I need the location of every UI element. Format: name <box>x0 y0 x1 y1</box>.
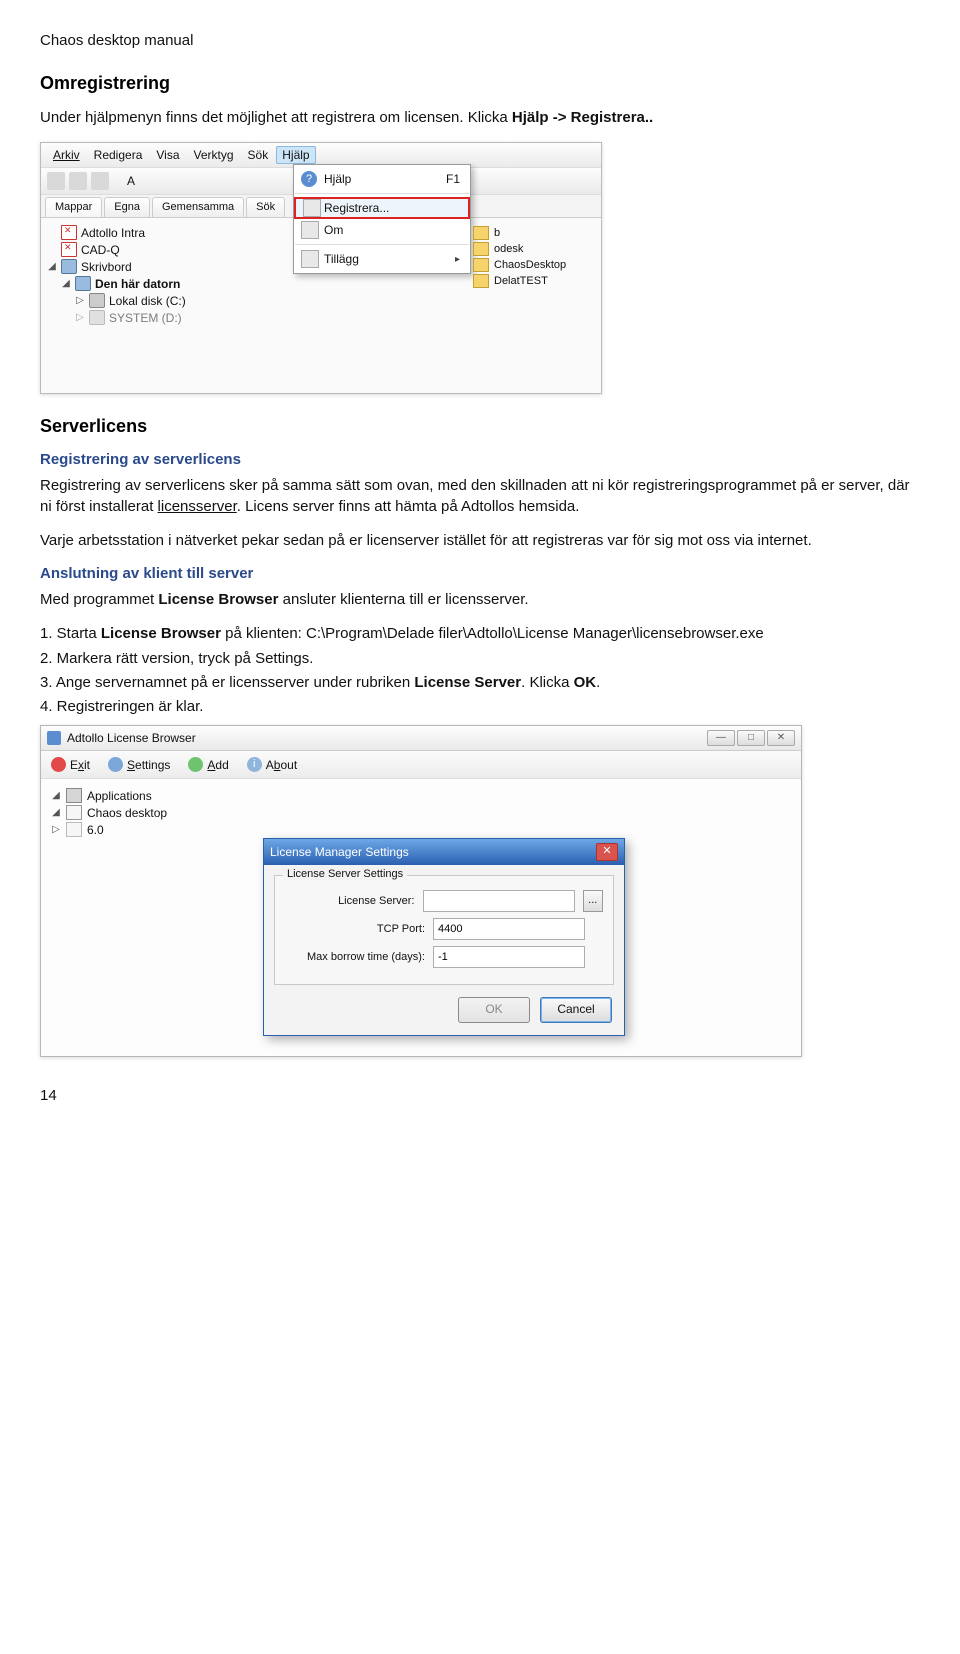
window-max-button[interactable]: □ <box>737 730 765 746</box>
about-button[interactable]: iAbout <box>245 756 299 773</box>
settings-icon <box>108 757 123 772</box>
dropdown-separator <box>295 193 469 194</box>
computer-icon <box>75 276 91 291</box>
list-item[interactable]: odesk <box>473 241 593 257</box>
folder-icon <box>473 258 489 272</box>
list-item[interactable]: ChaosDesktop <box>473 257 593 273</box>
menu-arkiv[interactable]: Arkiv <box>47 146 86 164</box>
shortcut-f1: F1 <box>446 172 460 186</box>
desktop-icon <box>61 259 77 274</box>
window-title: Adtollo License Browser <box>67 731 196 745</box>
tree-lokal-c[interactable]: ▷Lokal disk (C:) <box>47 292 597 309</box>
tool-icon-3[interactable] <box>91 172 109 190</box>
groupbox-server-settings: License Server Settings License Server: … <box>274 875 614 985</box>
add-button[interactable]: Add <box>186 756 230 773</box>
submenu-arrow-icon: ▸ <box>455 254 460 265</box>
drive-icon <box>89 293 105 308</box>
tab-gemensamma[interactable]: Gemensamma <box>152 197 244 217</box>
browse-button[interactable]: ... <box>583 890 604 912</box>
p-serverlicens-1: Registrering av serverlicens sker på sam… <box>40 476 920 517</box>
settings-button[interactable]: Settings <box>106 756 172 773</box>
screenshot-help-menu: Arkiv Redigera Visa Verktyg Sök Hjälp A … <box>40 142 602 394</box>
folder-icon <box>473 242 489 256</box>
hjalp-dropdown: Hjälp F1 Registrera... Om Tillägg ▸ <box>293 164 471 274</box>
menu-redigera[interactable]: Redigera <box>88 146 149 164</box>
dropdown-tillagg-item[interactable]: Tillägg ▸ <box>294 248 470 270</box>
exit-icon <box>51 757 66 772</box>
dropdown-hjalp-item[interactable]: Hjälp F1 <box>294 168 470 190</box>
list-item[interactable]: DelatTEST <box>473 273 593 289</box>
ok-button[interactable]: OK <box>458 997 530 1023</box>
addon-icon <box>301 250 319 268</box>
window-close-button[interactable]: ✕ <box>767 730 795 746</box>
tab-egna[interactable]: Egna <box>104 197 150 217</box>
p-anslutning: Med programmet License Browser ansluter … <box>40 590 920 610</box>
dialog-close-button[interactable]: ✕ <box>596 843 618 861</box>
right-folder-list: b odesk ChaosDesktop DelatTEST <box>473 225 593 289</box>
tab-mappar[interactable]: Mappar <box>45 197 102 217</box>
dropdown-separator <box>295 244 469 245</box>
tool-icon-1[interactable] <box>47 172 65 190</box>
label-tcp-port: TCP Port: <box>285 923 425 935</box>
heading-serverlicens: Serverlicens <box>40 416 920 437</box>
register-icon <box>303 199 321 217</box>
app-icon <box>47 731 61 745</box>
dialog-title: License Manager Settings <box>270 845 409 859</box>
tree-version[interactable]: ▷6.0 <box>51 821 791 838</box>
step-1: 1. Starta License Browser på klienten: C… <box>40 624 920 644</box>
heading-omregistrering: Omregistrering <box>40 73 920 94</box>
step-2: 2. Markera rätt version, tryck på Settin… <box>40 649 920 669</box>
dropdown-registrera-item[interactable]: Registrera... <box>294 197 470 219</box>
step-4: 4. Registreringen är klar. <box>40 697 920 717</box>
tool-a-label: A <box>127 172 135 190</box>
tool-icon-2[interactable] <box>69 172 87 190</box>
tree-chaos-desktop[interactable]: ◢Chaos desktop <box>51 804 791 821</box>
blocked-icon <box>61 225 77 240</box>
tree-system-d[interactable]: ▷SYSTEM (D:) <box>47 309 597 326</box>
subheading-anslutning: Anslutning av klient till server <box>40 565 920 582</box>
screenshot-license-browser: Adtollo License Browser — □ ✕ Exit Setti… <box>40 725 802 1057</box>
app-item-icon <box>66 805 82 820</box>
label-license-server: License Server: <box>285 895 415 907</box>
folder-icon <box>473 226 489 240</box>
groupbox-legend: License Server Settings <box>283 868 407 880</box>
page-number: 14 <box>40 1087 920 1104</box>
applications-icon <box>66 788 82 803</box>
dialog-titlebar: License Manager Settings ✕ <box>264 839 624 865</box>
folder-icon <box>473 274 489 288</box>
input-max-borrow[interactable] <box>433 946 585 968</box>
help-icon <box>301 171 317 187</box>
toolbar: Exit Settings Add iAbout <box>41 751 801 779</box>
dropdown-om-item[interactable]: Om <box>294 219 470 241</box>
app-tree: ◢Applications ◢Chaos desktop ▷6.0 <box>41 779 801 846</box>
list-item[interactable]: b <box>473 225 593 241</box>
p-omregistrering: Under hjälpmenyn finns det möjlighet att… <box>40 108 920 128</box>
version-icon <box>66 822 82 837</box>
menu-hjalp[interactable]: Hjälp <box>276 146 315 164</box>
window-titlebar: Adtollo License Browser — □ ✕ <box>41 726 801 751</box>
about-icon <box>301 221 319 239</box>
menu-verktyg[interactable]: Verktyg <box>188 146 240 164</box>
menu-visa[interactable]: Visa <box>150 146 185 164</box>
info-icon: i <box>247 757 262 772</box>
cancel-button[interactable]: Cancel <box>540 997 612 1023</box>
tab-sok[interactable]: Sök <box>246 197 285 217</box>
label-max-borrow: Max borrow time (days): <box>285 951 425 963</box>
page-header: Chaos desktop manual <box>40 32 920 49</box>
settings-dialog: License Manager Settings ✕ License Serve… <box>263 838 625 1036</box>
p-serverlicens-2: Varje arbetsstation i nätverket pekar se… <box>40 531 920 551</box>
tree-applications[interactable]: ◢Applications <box>51 787 791 804</box>
drive-icon <box>89 310 105 325</box>
window-min-button[interactable]: — <box>707 730 735 746</box>
menu-sok[interactable]: Sök <box>242 146 275 164</box>
blocked-icon <box>61 242 77 257</box>
input-tcp-port[interactable] <box>433 918 585 940</box>
step-3: 3. Ange servernamnet på er licensserver … <box>40 673 920 693</box>
subheading-registrering: Registrering av serverlicens <box>40 451 920 468</box>
exit-button[interactable]: Exit <box>49 756 92 773</box>
add-icon <box>188 757 203 772</box>
input-license-server[interactable] <box>423 890 575 912</box>
